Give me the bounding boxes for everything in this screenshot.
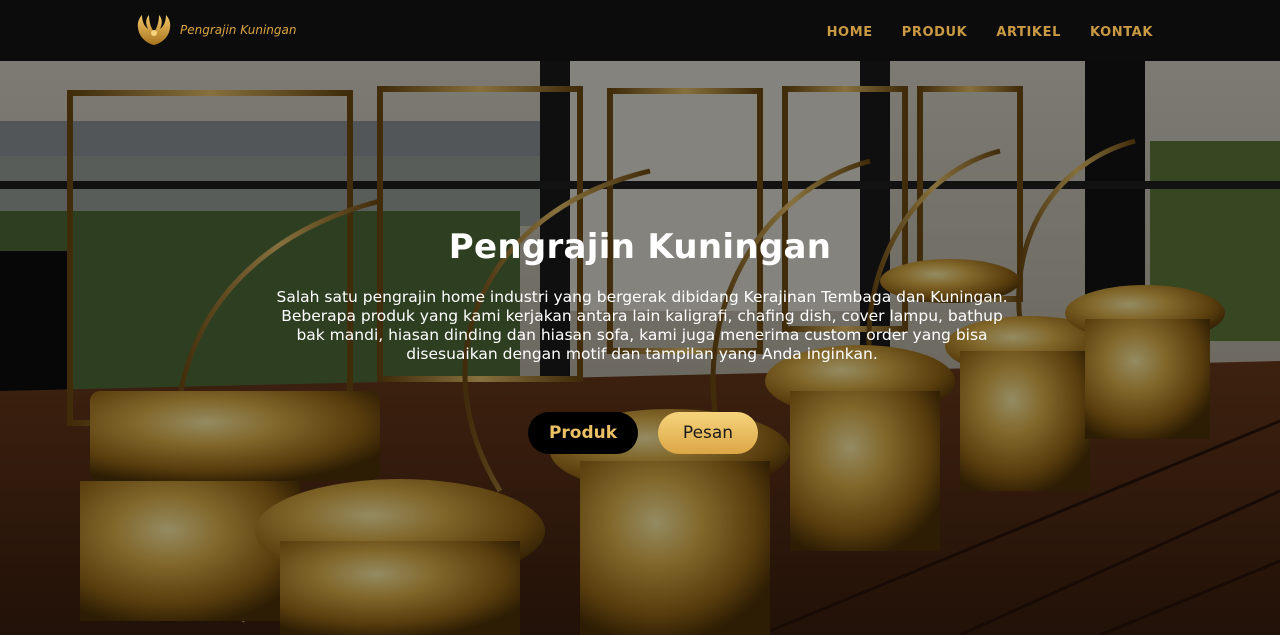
nav-link-home[interactable]: HOME (827, 25, 873, 40)
nav-item-produk: PRODUK (902, 21, 968, 40)
main-nav: HOME PRODUK ARTIKEL KONTAK (827, 0, 1153, 61)
nav-link-kontak[interactable]: KONTAK (1090, 25, 1153, 40)
produk-button[interactable]: Produk (528, 412, 638, 454)
pesan-button[interactable]: Pesan (658, 412, 758, 454)
nav-link-produk[interactable]: PRODUK (902, 25, 968, 40)
nav-link-artikel[interactable]: ARTIKEL (996, 25, 1061, 40)
nav-item-kontak: KONTAK (1090, 21, 1153, 40)
brand-link[interactable]: Pengrajin Kuningan (135, 12, 297, 48)
hero-title: Pengrajin Kuningan (448, 227, 832, 267)
brand-name: Pengrajin Kuningan (180, 23, 297, 37)
top-navbar: Pengrajin Kuningan HOME PRODUK ARTIKEL K… (0, 0, 1280, 61)
nav-item-artikel: ARTIKEL (996, 21, 1061, 40)
hero-buttons: Produk Pesan (0, 412, 1280, 454)
golden-wings-logo-icon (137, 15, 171, 45)
hero-section: Pengrajin Kuningan Salah satu pengrajin … (0, 61, 1280, 635)
nav-item-home: HOME (827, 21, 873, 40)
hero-content: Pengrajin Kuningan Salah satu pengrajin … (0, 61, 1280, 635)
hero-description: Salah satu pengrajin home industri yang … (276, 288, 1008, 363)
